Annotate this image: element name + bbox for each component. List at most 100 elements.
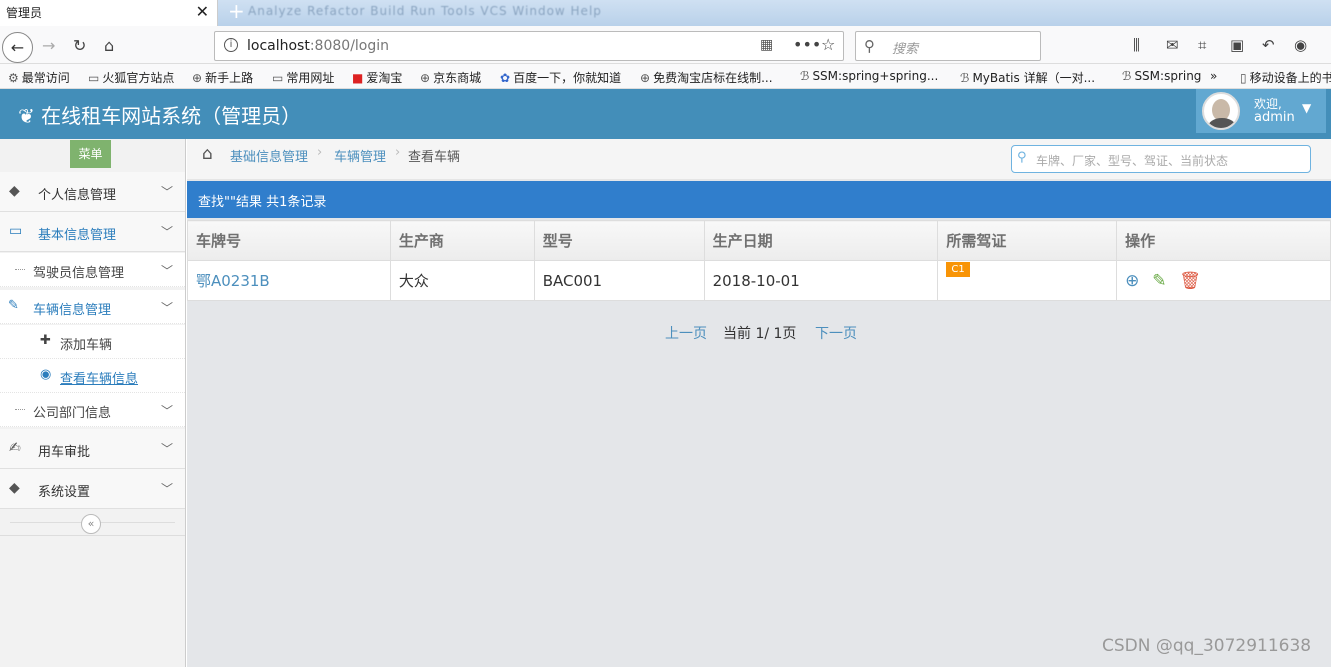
- browser-tab-strip: 管理员 ✕ + Analyze Refactor Build Run Tools…: [0, 0, 1331, 26]
- maker-cell: 大众: [389, 260, 535, 301]
- reload-icon[interactable]: ↻: [73, 36, 86, 55]
- library-icon[interactable]: ⫼: [1133, 36, 1140, 54]
- sidebar-item-driver[interactable]: 驾驶员信息管理 ﹀: [0, 253, 185, 287]
- bookmark-item[interactable]: ⊕ 免费淘宝店标在线制...: [640, 69, 773, 86]
- tag-icon: ◆: [9, 480, 20, 496]
- sidebar-item-vehicle[interactable]: ✎ 车辆信息管理 ﹀: [0, 290, 185, 324]
- vehicle-table: 车牌号 生产商 型号 生产日期 所需驾证 操作 鄂A0231B 大众 BAC00…: [187, 220, 1331, 301]
- home-icon[interactable]: ⌂: [104, 36, 114, 55]
- leaf-icon: ❦: [18, 104, 42, 128]
- sidebar-item-settings[interactable]: ◆ 系统设置 ﹀: [0, 469, 185, 509]
- app-title: 在线租车网站系统（管理员）: [41, 104, 302, 128]
- sidebar-item-label: 驾驶员信息管理: [33, 266, 125, 281]
- pencil-icon[interactable]: ✎: [1152, 271, 1166, 291]
- sidebar-item-label: 查看车辆信息: [60, 372, 139, 387]
- trash-icon[interactable]: 🗑: [1179, 271, 1201, 291]
- sidebar-collapse: «: [0, 510, 185, 536]
- bookmark-item[interactable]: ⊕ 京东商城: [420, 69, 481, 86]
- sidebar-item-label: 系统设置: [38, 485, 91, 500]
- tag-icon: ◆: [9, 183, 20, 199]
- info-icon[interactable]: i: [224, 38, 238, 52]
- column-header-license: 所需驾证: [937, 220, 1118, 261]
- user-menu[interactable]: 欢迎, admin ▼: [1196, 89, 1326, 133]
- sidebar-item-basic[interactable]: ▭ 基本信息管理 ﹀: [0, 212, 185, 252]
- breadcrumb-separator: ›: [395, 145, 401, 160]
- plus-icon: ✚: [40, 333, 51, 348]
- sidebar-toggle-icon[interactable]: ▣: [1230, 36, 1244, 54]
- app-header: ❦ 在线租车网站系统（管理员）: [0, 89, 1331, 139]
- chevron-down-icon: ﹀: [160, 264, 173, 278]
- breadcrumb-current: 查看车辆: [408, 150, 461, 165]
- browser-search-placeholder: 搜索: [892, 42, 919, 57]
- more-bookmarks-icon[interactable]: »: [1210, 69, 1217, 83]
- qr-code-icon[interactable]: ▦: [760, 37, 773, 53]
- chevron-down-icon: ﹀: [160, 442, 173, 456]
- breadcrumb-vehicle-mgmt[interactable]: 车辆管理: [334, 146, 386, 165]
- browser-tab-title: 管理员: [6, 6, 43, 20]
- result-header: 查找""结果 共1条记录: [187, 181, 1331, 218]
- double-chevron-left-icon[interactable]: «: [81, 514, 101, 534]
- vehicle-search-input[interactable]: ⚲ 车牌、厂家、型号、驾证、当前状态: [1011, 145, 1311, 173]
- close-tab-icon[interactable]: ✕: [196, 2, 209, 21]
- license-badge: C1: [946, 261, 970, 277]
- column-header-date: 生产日期: [703, 220, 939, 261]
- chevron-down-icon: ﹀: [160, 185, 173, 199]
- sidebar-item-add-vehicle[interactable]: ✚ 添加车辆: [0, 325, 185, 359]
- sidebar: ◆ 个人信息管理 ﹀ ▭ 基本信息管理 ﹀ 驾驶员信息管理 ﹀ ✎ 车辆信息管理…: [0, 139, 186, 667]
- browser-search-input[interactable]: ⚲ 搜索: [855, 31, 1041, 61]
- chevron-down-icon: ﹀: [160, 404, 173, 418]
- date-cell: 2018-10-01: [703, 260, 939, 301]
- search-icon: ⚲: [864, 37, 875, 55]
- username: admin: [1254, 110, 1295, 125]
- app-logo[interactable]: ❦ 在线租车网站系统（管理员）: [18, 100, 301, 129]
- bookmark-item[interactable]: ⚙ 最常访问: [8, 69, 70, 86]
- edit-icon: ✍: [9, 440, 21, 456]
- next-page-link[interactable]: 下一页: [815, 323, 857, 343]
- bookmarks-bar: ⚙ 最常访问 ▭ 火狐官方站点 ⊕ 新手上路 ▭ 常用网址 ■ 爱淘宝 ⊕ 京东商城 ✿ 百度…: [0, 64, 1331, 89]
- zoom-in-icon[interactable]: ⊕: [1125, 271, 1139, 291]
- sidebar-item-department[interactable]: 公司部门信息 ﹀: [0, 393, 185, 427]
- result-count-text: 查找""结果 共1条记录: [198, 195, 327, 210]
- bookmark-star-icon[interactable]: ☆: [821, 35, 835, 54]
- sidebar-item-label: 公司部门信息: [33, 406, 112, 421]
- current-page-text: 当前 1/ 1页: [723, 326, 797, 342]
- url-text[interactable]: localhost:8080/login: [247, 38, 389, 54]
- home-icon[interactable]: ⌂: [202, 144, 213, 164]
- browser-tab[interactable]: 管理员 ✕: [0, 0, 218, 26]
- vehicle-search-placeholder: 车牌、厂家、型号、驾证、当前状态: [1036, 154, 1229, 168]
- bookmark-item[interactable]: ▭ 常用网址: [272, 69, 334, 86]
- bookmark-item[interactable]: ▭ 火狐官方站点: [88, 69, 174, 86]
- chat-icon[interactable]: ✉: [1166, 36, 1179, 54]
- column-header-maker: 生产商: [389, 220, 535, 261]
- eye-icon: ◉: [40, 367, 52, 382]
- prev-page-link[interactable]: 上一页: [665, 323, 707, 343]
- bookmark-item[interactable]: ⊕ 新手上路: [192, 69, 253, 86]
- undo-icon[interactable]: ↶: [1262, 36, 1275, 54]
- bookmark-item[interactable]: ■ 爱淘宝: [352, 69, 402, 86]
- column-header-actions: 操作: [1116, 220, 1331, 261]
- search-icon: ⚲: [1017, 150, 1027, 165]
- bookmark-item[interactable]: ℬ SSM:spring: [1122, 69, 1201, 83]
- crop-icon[interactable]: ⌗: [1198, 36, 1206, 54]
- url-bar[interactable]: i localhost:8080/login ▦ ••• ☆: [214, 31, 844, 61]
- bookmark-item[interactable]: ℬ MyBatis 详解（一对...: [960, 69, 1095, 86]
- sidebar-item-personal[interactable]: ◆ 个人信息管理 ﹀: [0, 172, 185, 212]
- back-arrow-icon[interactable]: ←: [2, 32, 33, 63]
- sidebar-item-view-vehicle[interactable]: ◉ 查看车辆信息: [0, 359, 185, 393]
- bookmark-item[interactable]: ▯ 移动设备上的书: [1240, 69, 1331, 86]
- forward-arrow-icon[interactable]: →: [42, 36, 55, 55]
- bookmark-item[interactable]: ✿ 百度一下，你就知道: [500, 69, 621, 86]
- plate-link[interactable]: 鄂A0231B: [196, 272, 270, 290]
- sidebar-item-approval[interactable]: ✍ 用车审批 ﹀: [0, 429, 185, 469]
- breadcrumb-basic-info[interactable]: 基础信息管理: [230, 146, 308, 165]
- sidebar-item-label: 车辆信息管理: [33, 303, 112, 318]
- column-header-model: 型号: [533, 220, 705, 261]
- bookmark-item[interactable]: ℬ SSM:spring+spring...: [800, 69, 938, 83]
- chevron-down-icon: ﹀: [160, 482, 173, 496]
- avatar: [1202, 92, 1240, 130]
- more-options-icon[interactable]: •••: [793, 35, 821, 54]
- pencil-icon: ✎: [8, 298, 19, 313]
- account-icon[interactable]: ◉: [1294, 36, 1307, 54]
- new-tab-icon[interactable]: +: [228, 0, 245, 23]
- chevron-down-icon: ﹀: [160, 301, 173, 315]
